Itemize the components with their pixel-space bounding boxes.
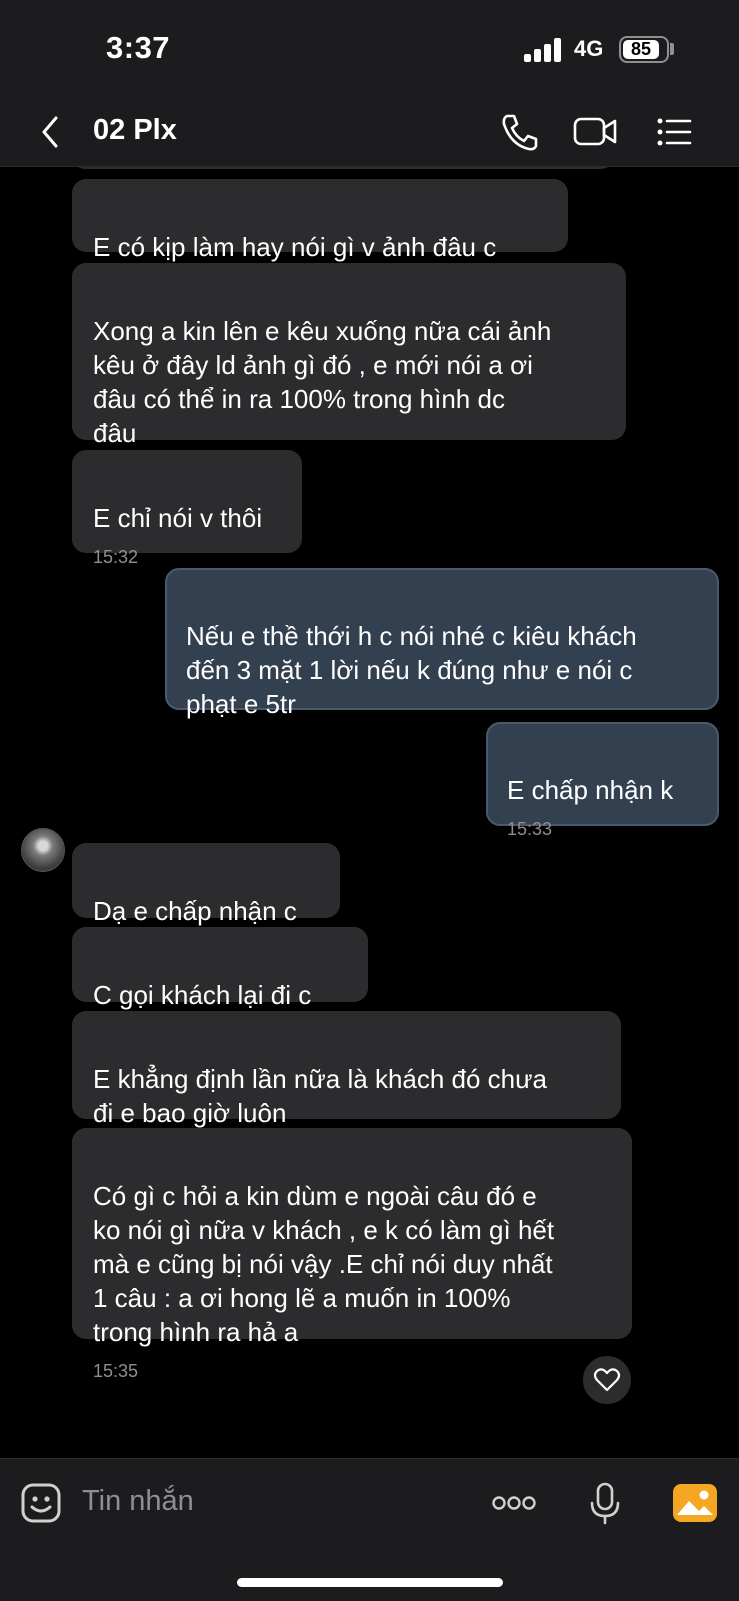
message-text: Xong a kin lên e kêu xuống nữa cái ảnh k…: [93, 316, 552, 448]
message-time: 15:33: [507, 819, 553, 839]
home-indicator: [237, 1578, 503, 1587]
message-bubble[interactable]: E có kịp làm hay nói gì v ảnh đâu c: [72, 179, 568, 262]
message-time: 15:32: [93, 547, 139, 567]
message-text: E chấp nhận k: [507, 775, 674, 805]
back-chevron-icon[interactable]: [36, 112, 66, 152]
message-bubble[interactable]: Xong a kin lên e kêu xuống nữa cái ảnh k…: [72, 263, 626, 448]
message-list[interactable]: E có kịp làm hay nói gì v ảnh đâu c Xong…: [0, 167, 739, 1457]
battery-cap: [670, 43, 674, 55]
composer-bar: Tin nhắn: [0, 1458, 739, 1601]
status-time: 3:37: [106, 30, 171, 65]
chat-header: 02 Plx: [0, 100, 739, 167]
message-bubble[interactable]: Có gì c hỏi a kin dùm e ngoài câu đó e k…: [72, 1128, 632, 1381]
message-input[interactable]: Tin nhắn: [82, 1485, 194, 1518]
message-text: E chỉ nói v thôi: [93, 503, 263, 533]
message-text: Có gì c hỏi a kin dùm e ngoài câu đó e k…: [93, 1181, 555, 1347]
message-text: E có kịp làm hay nói gì v ảnh đâu c: [93, 232, 497, 262]
more-icon[interactable]: [490, 1479, 538, 1527]
message-bubble[interactable]: E chỉ nói v thôi 15:32: [72, 450, 302, 567]
message-bubble[interactable]: Dạ e chấp nhận c: [72, 843, 340, 926]
phone-icon[interactable]: [497, 110, 543, 154]
network-type: 4G: [574, 36, 604, 61]
status-bar: 3:37 4G 85: [0, 0, 739, 100]
signal-icon: [524, 38, 564, 62]
message-bubble-sent[interactable]: E chấp nhận k 15:33: [486, 722, 719, 839]
list-menu-icon[interactable]: [652, 110, 698, 154]
message-bubble-sent[interactable]: Nếu e thề thới h c nói nhé c kiêu khách …: [165, 568, 719, 719]
microphone-icon[interactable]: [581, 1479, 629, 1527]
message-text: E khẳng định lần nữa là khách đó chưa đi…: [93, 1064, 548, 1128]
sticker-icon[interactable]: [17, 1479, 65, 1527]
image-icon[interactable]: [671, 1479, 719, 1527]
message-time: 15:35: [93, 1361, 139, 1381]
contact-avatar[interactable]: [21, 828, 65, 872]
conversation-title[interactable]: 02 Plx: [93, 114, 177, 147]
heart-icon: [593, 1368, 621, 1392]
message-bubble[interactable]: C gọi khách lại đi c: [72, 927, 368, 1010]
react-heart-button[interactable]: [581, 1354, 633, 1406]
battery-icon: 85: [619, 36, 669, 63]
battery-level: 85: [623, 40, 659, 59]
message-text: Nếu e thề thới h c nói nhé c kiêu khách …: [186, 621, 637, 719]
video-camera-icon[interactable]: [572, 110, 618, 154]
message-text: C gọi khách lại đi c: [93, 980, 312, 1010]
message-bubble[interactable]: E khẳng định lần nữa là khách đó chưa đi…: [72, 1011, 621, 1128]
previous-message-edge: [73, 167, 613, 169]
message-text: Dạ e chấp nhận c: [93, 896, 297, 926]
